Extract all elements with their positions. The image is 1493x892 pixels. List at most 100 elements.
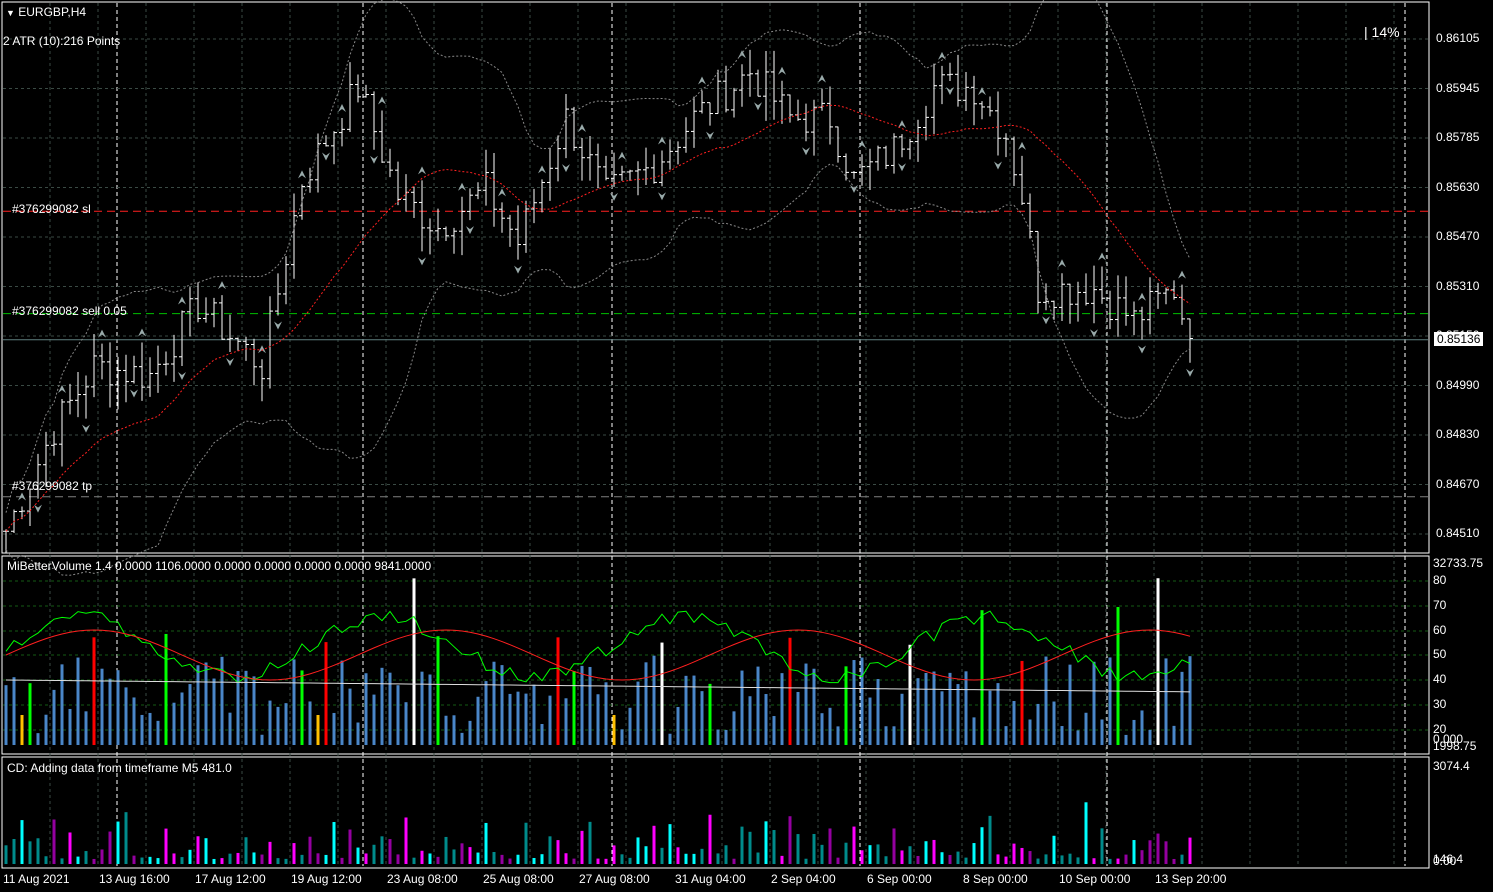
volume-bar	[924, 673, 928, 745]
fractal-up-icon	[578, 123, 586, 132]
cd-bar	[140, 857, 144, 864]
cd-bar	[556, 840, 560, 864]
cd-bar	[1028, 851, 1032, 864]
cd-axis-label: 0.00	[1433, 854, 1457, 868]
cd-bar	[4, 845, 8, 864]
volume-bar	[108, 678, 112, 745]
cd-bar	[404, 817, 408, 864]
time-axis-label: 17 Aug 12:00	[195, 872, 266, 886]
cd-bar	[948, 854, 952, 864]
cd-bar	[148, 856, 152, 864]
fractal-up-icon	[298, 170, 306, 179]
time-axis-label: 19 Aug 12:00	[291, 872, 362, 886]
volume-bar	[1148, 729, 1152, 745]
volume-bar	[820, 713, 824, 745]
cd-bar	[1180, 854, 1184, 864]
volume-average-line	[5, 679, 1191, 693]
price-axis-label: 0.85310	[1436, 278, 1480, 293]
volume-bar	[1060, 726, 1064, 745]
cd-bar	[924, 841, 928, 864]
cd-bar	[988, 815, 992, 864]
volume-bar	[956, 684, 960, 745]
chart-canvas[interactable]	[0, 0, 1493, 892]
volume-bar	[508, 693, 512, 745]
cd-bar	[964, 857, 968, 864]
cd-bar	[508, 858, 512, 864]
cd-bar	[12, 838, 16, 864]
fractal-up-icon	[538, 165, 546, 174]
fractal-down-icon	[898, 163, 906, 172]
fractal-down-icon	[658, 192, 666, 201]
cd-bar	[644, 846, 648, 864]
volume-bar	[44, 714, 48, 745]
fractal-up-icon	[258, 345, 266, 354]
volume-bar	[444, 715, 448, 745]
volume-bar	[148, 712, 152, 745]
cd-bar	[604, 858, 608, 864]
cd-bar	[1012, 843, 1016, 864]
fractal-down-icon	[946, 87, 954, 96]
fractal-down-icon	[994, 161, 1002, 170]
volume-bar	[564, 698, 568, 745]
volume-bar	[596, 694, 600, 745]
cd-bar	[268, 841, 272, 864]
volume-bar	[796, 691, 800, 745]
volume-bar	[524, 693, 528, 745]
volume-bar	[452, 715, 456, 745]
fractal-down-icon	[1042, 316, 1050, 325]
volume-bar	[708, 683, 712, 745]
cd-bar	[900, 850, 904, 864]
volume-bar	[740, 670, 744, 745]
cd-bar	[492, 852, 496, 864]
time-axis-label: 31 Aug 04:00	[675, 872, 746, 886]
volume-bar	[36, 733, 40, 745]
symbol-title[interactable]: ▼ EURGBP,H4	[6, 5, 86, 19]
volume-bar	[1044, 656, 1048, 745]
cd-bar	[1092, 858, 1096, 864]
cd-bar	[92, 858, 96, 864]
cd-bar	[444, 836, 448, 864]
cd-bar	[276, 858, 280, 864]
fractal-down-icon	[418, 257, 426, 266]
volume-bar	[756, 666, 760, 745]
price-axis-label: 0.85945	[1436, 80, 1480, 95]
fractal-up-icon	[218, 281, 226, 290]
volume-bar	[164, 633, 168, 745]
cd-bar	[284, 858, 288, 864]
volume-bar	[132, 697, 136, 745]
cd-bar	[100, 849, 104, 864]
cd-bar	[20, 820, 24, 864]
order-sell-label[interactable]: #376299082 sell 0.05	[12, 304, 127, 318]
cd-bar	[788, 816, 792, 864]
time-axis-label: 13 Sep 20:00	[1155, 872, 1227, 886]
volume-bar	[1100, 719, 1104, 745]
fractal-down-icon	[226, 357, 234, 366]
volume-bar	[764, 694, 768, 745]
volume-bar	[1052, 701, 1056, 745]
fractal-down-icon	[1138, 345, 1146, 354]
cd-bar	[620, 854, 624, 864]
cd-bar	[972, 843, 976, 864]
order-tp-label[interactable]: #376299082 tp	[12, 479, 92, 493]
dropdown-triangle-icon[interactable]: ▼	[6, 8, 15, 18]
fractal-down-icon	[850, 184, 858, 193]
volume-bar	[556, 637, 560, 745]
cd-bar	[844, 842, 848, 864]
spread-pct: 14%	[1371, 24, 1400, 40]
volume-bar	[660, 642, 664, 745]
price-axis-label: 0.85785	[1436, 130, 1480, 144]
order-sl-label[interactable]: #376299082 sl	[12, 202, 91, 216]
volume-bar	[468, 720, 472, 745]
cd-bar	[572, 858, 576, 864]
time-axis-label: 6 Sep 00:00	[867, 872, 932, 886]
cd-bar	[692, 853, 696, 864]
cd-bar	[956, 851, 960, 864]
volume-bar	[1108, 657, 1112, 745]
cd-bar	[652, 825, 656, 864]
cd-bar	[1140, 850, 1144, 864]
cd-bar	[332, 822, 336, 864]
cd-bar	[380, 836, 384, 864]
cd-bar	[1068, 853, 1072, 864]
volume-bar	[1180, 671, 1184, 745]
volume-bar	[1028, 719, 1032, 745]
